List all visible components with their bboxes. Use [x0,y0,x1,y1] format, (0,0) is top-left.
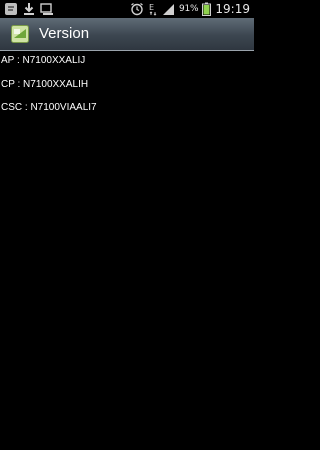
edge-data-icon: E [148,2,158,16]
network-type-label: E [149,3,154,12]
download-icon [23,2,35,16]
android-app-icon [11,25,29,43]
battery-icon [202,2,212,16]
cp-version: CP : N7100XXALIH [1,79,89,90]
page-title: Version [39,25,90,42]
status-left-icons [4,1,54,17]
signal-icon [162,3,175,16]
status-bar: E 91% 19:19 [0,0,254,18]
clock: 19:19 [215,2,250,16]
csc-version: CSC : N7100VIAALI7 [1,102,97,113]
ap-version: AP : N7100XXALIJ [1,55,86,66]
title-bar: Version [0,18,254,51]
alarm-icon [130,2,144,16]
usb-icon [40,2,54,16]
notification-icon [4,2,18,16]
status-right-icons: E 91% 19:19 [130,0,250,18]
battery-percent: 91% [179,4,199,14]
